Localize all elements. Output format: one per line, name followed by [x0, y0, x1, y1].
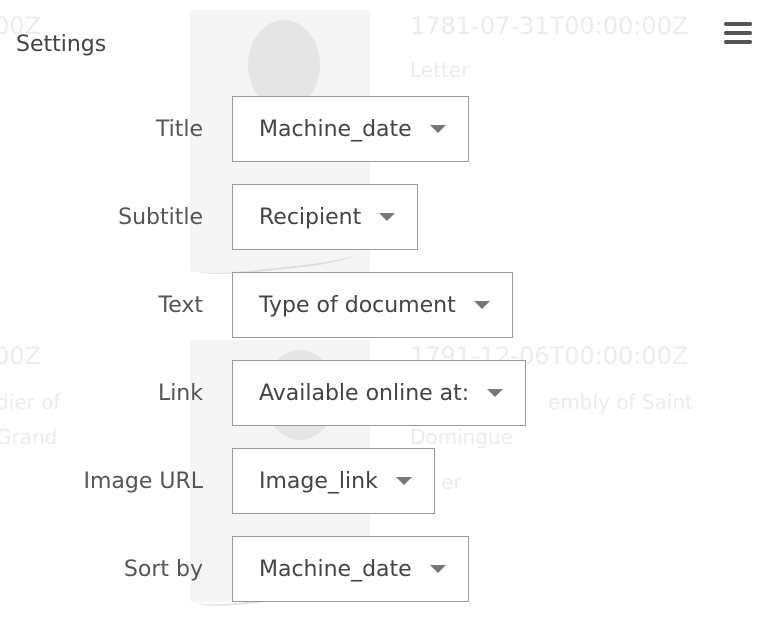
select-value: Type of document [259, 292, 456, 318]
menu-bar [724, 22, 752, 26]
setting-label: Text [158, 293, 204, 318]
setting-label: Image URL [83, 469, 203, 494]
select-value: Machine_date [259, 116, 412, 142]
caret-down-icon [429, 565, 446, 573]
caret-down-icon [487, 389, 504, 397]
image-url-select[interactable]: Image_link [232, 448, 435, 514]
setting-row-title: Title Machine_date [0, 96, 766, 164]
select-value: Available online at: [259, 380, 470, 406]
caret-down-icon [429, 125, 446, 133]
title-select[interactable]: Machine_date [232, 96, 469, 162]
settings-panel: Settings Title Machine_date Subtitle Rec… [0, 0, 766, 626]
text-select[interactable]: Type of document [232, 272, 513, 338]
select-value: Machine_date [259, 556, 412, 582]
setting-label: Link [157, 381, 203, 406]
menu-bar [724, 40, 752, 44]
select-value: Image_link [259, 468, 378, 494]
setting-label: Sort by [123, 557, 203, 582]
subtitle-select[interactable]: Recipient [232, 184, 419, 250]
caret-down-icon [395, 477, 412, 485]
setting-label: Title [155, 117, 203, 142]
setting-label: Subtitle [118, 205, 203, 230]
hamburger-menu-icon[interactable] [724, 20, 752, 46]
caret-down-icon [473, 301, 490, 309]
link-select[interactable]: Available online at: [232, 360, 527, 426]
caret-down-icon [379, 213, 396, 221]
setting-row-image-url: Image URL Image_link [0, 448, 766, 516]
setting-row-text: Text Type of document [0, 272, 766, 340]
settings-title: Settings [16, 32, 107, 57]
sort-by-select[interactable]: Machine_date [232, 536, 469, 602]
setting-row-subtitle: Subtitle Recipient [0, 184, 766, 252]
setting-row-link: Link Available online at: [0, 360, 766, 428]
setting-row-sort-by: Sort by Machine_date [0, 536, 766, 604]
select-value: Recipient [259, 204, 362, 230]
menu-bar [724, 31, 752, 35]
